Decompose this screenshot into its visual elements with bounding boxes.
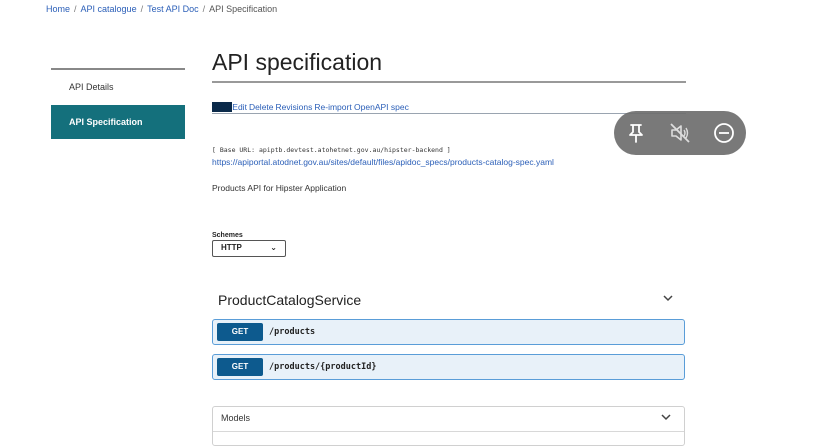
breadcrumb-test-api-doc[interactable]: Test API Doc: [147, 4, 199, 14]
breadcrumb-separator: /: [202, 4, 206, 14]
operation-path: /products/{productId}: [269, 362, 377, 372]
title-divider: [212, 81, 686, 83]
schemes-label: Schemes: [212, 232, 243, 239]
spec-file-link[interactable]: https://apiportal.atodnet.gov.au/sites/d…: [212, 157, 554, 167]
breadcrumb-separator: /: [140, 4, 144, 14]
breadcrumb-current: API Specification: [209, 4, 278, 14]
chevron-down-icon: [662, 292, 674, 307]
chevron-down-icon: [660, 411, 672, 426]
page-title: API specification: [212, 49, 383, 75]
action-links: ViewEdit Delete Revisions Re-import OpenAPI…: [212, 102, 686, 114]
models-label: Models: [221, 413, 251, 423]
breadcrumb-api-catalogue[interactable]: API catalogue: [81, 4, 137, 14]
sidebar-item-api-details[interactable]: API Details: [51, 74, 185, 100]
http-method-badge: GET: [217, 323, 263, 341]
minimize-icon[interactable]: [712, 121, 736, 145]
models-section[interactable]: Models: [212, 406, 685, 446]
breadcrumb-separator: /: [74, 4, 77, 14]
breadcrumb-home[interactable]: Home: [46, 4, 70, 14]
main-content: API specification: [212, 48, 686, 83]
sidebar: API Details API Specification: [51, 68, 185, 139]
floating-toolbar: [614, 111, 746, 155]
revisions-link[interactable]: Revisions: [276, 102, 313, 112]
delete-link[interactable]: Delete: [249, 102, 274, 112]
operation-get-products[interactable]: GET /products: [212, 319, 685, 345]
base-url: [ Base URL: apiptb.devtest.atohetnet.gov…: [212, 146, 451, 154]
reimport-link[interactable]: Re-import OpenAPI spec: [314, 102, 408, 112]
pin-icon[interactable]: [624, 121, 648, 145]
models-divider: [213, 431, 684, 432]
service-name: ProductCatalogService: [218, 292, 362, 308]
operation-path: /products: [269, 327, 316, 337]
http-method-badge: GET: [217, 358, 263, 376]
sidebar-divider: [51, 68, 185, 70]
breadcrumb: Home / API catalogue / Test API Doc / API Spec…: [46, 4, 277, 14]
sidebar-item-api-specification[interactable]: API Specification: [51, 105, 185, 139]
schemes-select[interactable]: HTTP ⌄: [212, 240, 286, 257]
service-section-header[interactable]: ProductCatalogService: [218, 292, 674, 308]
operation-get-product-by-id[interactable]: GET /products/{productId}: [212, 354, 685, 380]
api-description: Products API for Hipster Application: [212, 183, 347, 193]
edit-link[interactable]: Edit: [232, 102, 247, 112]
mute-icon[interactable]: [668, 121, 692, 145]
view-link[interactable]: View: [212, 102, 233, 112]
chevron-down-icon: ⌄: [270, 243, 277, 252]
schemes-selected-value: HTTP: [221, 243, 242, 252]
